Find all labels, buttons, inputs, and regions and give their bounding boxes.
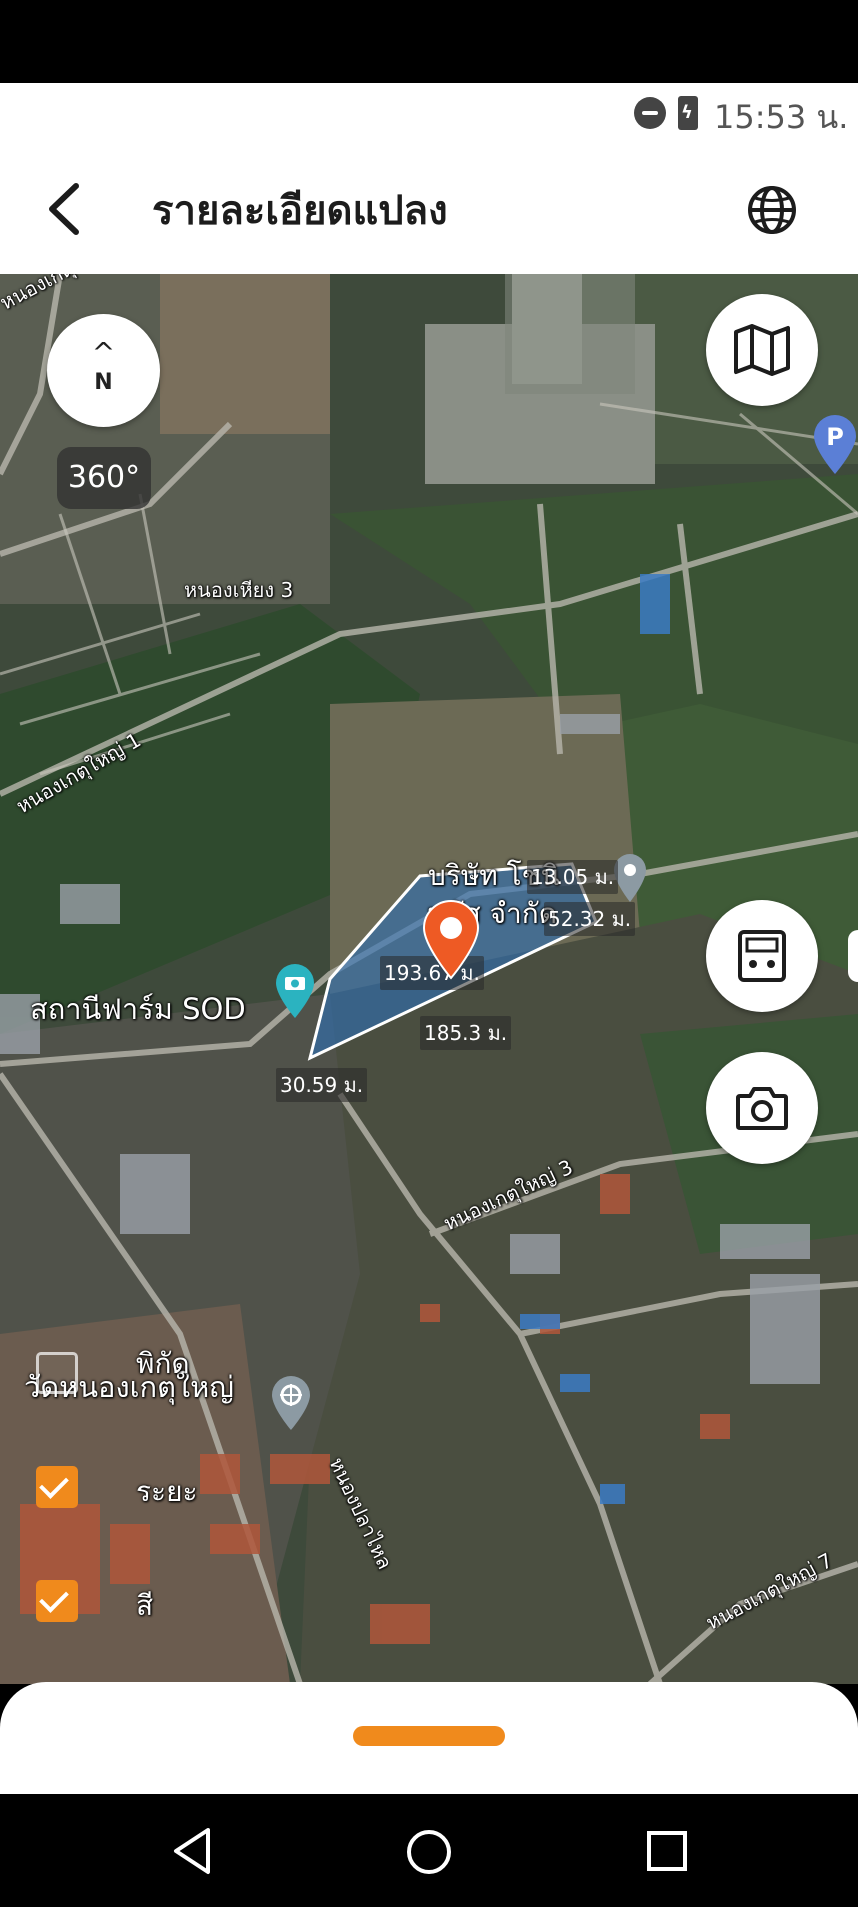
calculator-button[interactable] (706, 900, 818, 1012)
compass-button[interactable]: ^ N (47, 314, 160, 427)
compass-arrow-icon: ^ (91, 336, 116, 369)
toggle-distance-checkbox[interactable] (36, 1466, 78, 1508)
toggle-distance-label: ระยะ (136, 1475, 198, 1508)
compass-north-label: N (94, 370, 113, 395)
poi-label-farm: สถานีฟาร์ม SOD (30, 992, 246, 1026)
camera-icon (736, 1087, 788, 1130)
measurement-label: 13.05 ม. (527, 860, 619, 894)
toggle-color-label: สี (136, 1589, 154, 1622)
calculator-icon (738, 930, 786, 982)
triangle-back-icon[interactable] (170, 1826, 214, 1876)
square-recents-icon[interactable] (646, 1830, 688, 1872)
toggle-coordinates-checkbox[interactable] (36, 1352, 78, 1394)
camera-pin-icon[interactable] (272, 962, 318, 1020)
bottom-sheet-handle[interactable] (353, 1726, 505, 1746)
measurement-label: 30.59 ม. (276, 1068, 368, 1102)
road-label: หนองเหียง 3 (184, 578, 294, 602)
chevron-left-icon (49, 183, 79, 235)
toggle-color-checkbox[interactable] (36, 1580, 78, 1622)
parking-pin-icon[interactable]: P (812, 414, 858, 476)
top-black-strip (0, 0, 858, 83)
status-time: 15:53 น. (714, 98, 849, 136)
parking-label: P (826, 423, 844, 451)
toggle-coordinates-label: พิกัด (136, 1347, 190, 1380)
page-title: รายละเอียดแปลง (152, 188, 448, 234)
parcel-marker-icon[interactable] (420, 900, 482, 980)
measurement-label: 185.3 ม. (420, 1016, 512, 1050)
language-button[interactable] (740, 178, 804, 242)
back-button[interactable] (36, 176, 96, 242)
measurement-label: 52.32 ม. (544, 902, 636, 936)
globe-icon (748, 186, 796, 234)
battery-charging-icon: ϟ (678, 96, 698, 130)
do-not-disturb-icon (634, 97, 666, 129)
view-360-button[interactable]: 360° (57, 447, 151, 509)
circle-home-icon[interactable] (405, 1828, 453, 1876)
map-icon (734, 324, 790, 376)
temple-pin-icon[interactable] (268, 1374, 314, 1432)
camera-button[interactable] (706, 1052, 818, 1164)
partial-3d-button[interactable] (848, 930, 858, 982)
map-type-button[interactable] (706, 294, 818, 406)
